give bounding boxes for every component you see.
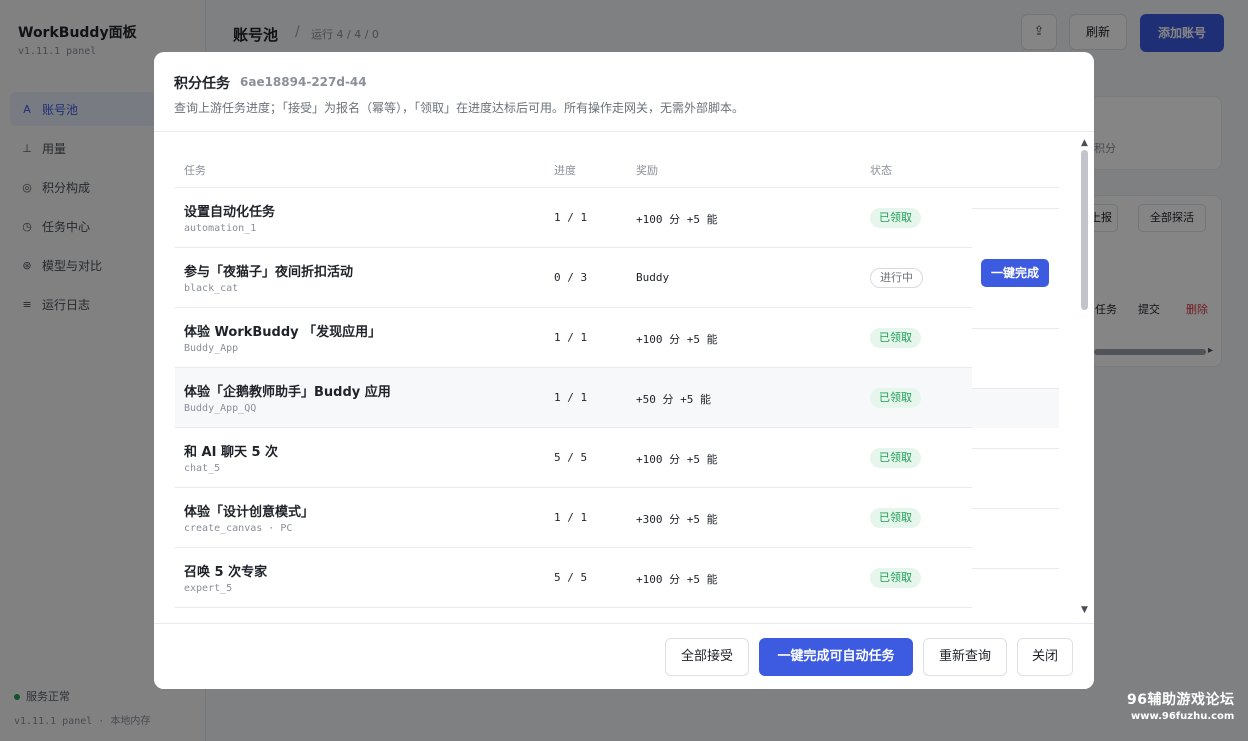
task-reward: Buddy [636, 271, 670, 284]
table-header: 任务 进度 奖励 状态 [175, 132, 1059, 188]
table-row: 体验「设计创意模式」 create_canvas · PC 1 / 1 +300… [175, 488, 972, 548]
task-name: 体验「企鹅教师助手」Buddy 应用 [184, 385, 391, 400]
table-row: 和 AI 聊天 5 次 chat_5 5 / 5 +100 分 +5 能 已领取 [175, 428, 972, 488]
table-row: 设置自动化任务 automation_1 1 / 1 +100 分 +5 能 已… [175, 188, 972, 248]
column-task: 任务 [184, 164, 206, 177]
task-progress: 5 / 5 [554, 571, 588, 584]
action-cell [972, 328, 1059, 388]
task-reward: +100 分 +5 能 [636, 333, 718, 346]
modal-description: 查询上游任务进度；「接受」为报名（幂等），「领取」在进度达标后可用。所有操作走网… [174, 101, 745, 115]
status-badge: 已领取 [870, 568, 921, 588]
task-key: automation_1 [184, 223, 257, 234]
table-row: 召唤 5 次专家 expert_5 5 / 5 +100 分 +5 能 已领取 [175, 548, 972, 608]
one-click-complete-button[interactable]: 一键完成 [981, 259, 1049, 287]
task-reward: +100 分 +5 能 [636, 573, 718, 586]
column-status: 状态 [870, 164, 892, 177]
action-cell [972, 508, 1059, 568]
task-progress: 0 / 3 [554, 271, 588, 284]
column-reward: 奖励 [636, 164, 658, 177]
requery-button[interactable]: 重新查询 [923, 638, 1007, 676]
auto-complete-button[interactable]: 一键完成可自动任务 [759, 638, 913, 676]
task-name: 设置自动化任务 [184, 205, 276, 220]
task-reward: +100 分 +5 能 [636, 453, 718, 466]
modal-footer: 全部接受 一键完成可自动任务 重新查询 关闭 [154, 623, 1094, 689]
accept-all-button[interactable]: 全部接受 [665, 638, 749, 676]
task-reward: +50 分 +5 能 [636, 393, 711, 406]
points-task-modal: 积分任务 6ae18894-227d-44 查询上游任务进度；「接受」为报名（幂… [154, 52, 1094, 689]
status-badge: 已领取 [870, 448, 921, 468]
status-badge: 进行中 [870, 268, 923, 288]
task-progress: 1 / 1 [554, 211, 588, 224]
task-key: chat_5 [184, 463, 221, 474]
modal-title: 积分任务 [174, 76, 230, 92]
task-name: 体验 WorkBuddy 「发现应用」 [184, 325, 382, 340]
column-progress: 进度 [554, 164, 576, 177]
status-badge: 已领取 [870, 388, 921, 408]
task-progress: 1 / 1 [554, 391, 588, 404]
task-key: Buddy_App [184, 343, 239, 354]
table-row-partial [175, 608, 972, 623]
table-row: 体验「企鹅教师助手」Buddy 应用 Buddy_App_QQ 1 / 1 +5… [175, 368, 972, 428]
task-name: 和 AI 聊天 5 次 [184, 445, 279, 460]
action-cell [972, 448, 1059, 508]
task-progress: 1 / 1 [554, 331, 588, 344]
account-id: 6ae18894-227d-44 [240, 75, 367, 89]
watermark-url: www.96fuzhu.com [1131, 711, 1235, 722]
task-key: Buddy_App_QQ [184, 403, 257, 414]
task-name: 召唤 5 次专家 [184, 565, 268, 580]
close-button[interactable]: 关闭 [1017, 638, 1073, 676]
modal-header: 积分任务 6ae18894-227d-44 查询上游任务进度；「接受」为报名（幂… [154, 52, 1094, 132]
task-table-container[interactable]: 任务 进度 奖励 状态 设置自动化任务 automation_1 1 / 1 +… [154, 132, 1094, 623]
task-key: black_cat [184, 283, 239, 294]
scroll-thumb[interactable] [1081, 150, 1088, 310]
task-name: 参与「夜猫子」夜间折扣活动 [184, 265, 354, 280]
vertical-scrollbar[interactable]: ▲ ▼ [1079, 132, 1091, 623]
task-progress: 5 / 5 [554, 451, 588, 464]
task-key: expert_5 [184, 583, 233, 594]
action-cell [972, 568, 1059, 623]
scroll-up-icon[interactable]: ▲ [1081, 138, 1088, 148]
status-badge: 已领取 [870, 208, 921, 228]
status-badge: 已领取 [870, 508, 921, 528]
task-reward: +300 分 +5 能 [636, 513, 718, 526]
watermark-title: 96辅助游戏论坛 [1127, 692, 1235, 708]
task-progress: 1 / 1 [554, 511, 588, 524]
table-row: 体验 WorkBuddy 「发现应用」 Buddy_App 1 / 1 +100… [175, 308, 972, 368]
status-badge: 已领取 [870, 328, 921, 348]
scroll-down-icon[interactable]: ▼ [1081, 605, 1088, 615]
action-cell [972, 388, 1059, 428]
task-reward: +100 分 +5 能 [636, 213, 718, 226]
task-name: 体验「设计创意模式」 [184, 505, 315, 520]
task-key: create_canvas · PC [184, 523, 293, 534]
table-row: 参与「夜猫子」夜间折扣活动 black_cat 0 / 3 Buddy 进行中 [175, 248, 972, 308]
